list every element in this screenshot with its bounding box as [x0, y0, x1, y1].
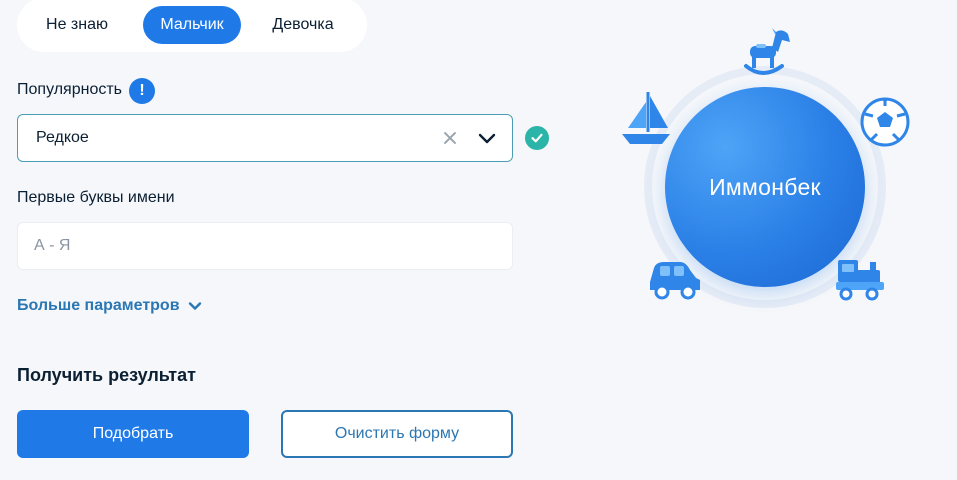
info-icon[interactable]: ! [129, 78, 155, 104]
more-params-label: Больше параметров [17, 297, 180, 314]
first-letters-label: Первые буквы имени [17, 189, 175, 206]
name-illustration: Иммонбек [600, 0, 940, 330]
submit-button[interactable]: Подобрать [17, 410, 249, 458]
popularity-select[interactable]: Редкое [17, 114, 513, 162]
gender-selector: Не знаю Мальчик Девочка [17, 0, 367, 52]
gender-option-girl[interactable]: Девочка [245, 6, 361, 44]
sailboat-icon [622, 92, 670, 144]
chevron-down-icon [188, 302, 201, 310]
popularity-select-value: Редкое [36, 129, 89, 146]
popularity-label: Популярность [17, 81, 123, 98]
gender-option-unknown[interactable]: Не знаю [23, 6, 131, 44]
clear-form-button[interactable]: Очистить форму [281, 410, 513, 458]
gender-option-boy[interactable]: Мальчик [143, 6, 241, 44]
result-heading: Получить результат [17, 365, 196, 385]
toy-car-icon [650, 262, 700, 300]
soccer-ball-icon [860, 97, 910, 147]
first-letters-input[interactable] [17, 222, 513, 270]
toy-train-icon [836, 260, 884, 301]
suggested-name: Иммонбек [709, 173, 821, 200]
check-icon [525, 126, 549, 150]
more-params-link[interactable]: Больше параметров [17, 297, 202, 315]
chevron-down-icon[interactable] [476, 127, 498, 149]
clear-icon[interactable] [440, 128, 460, 148]
rocking-horse-icon [744, 28, 790, 75]
